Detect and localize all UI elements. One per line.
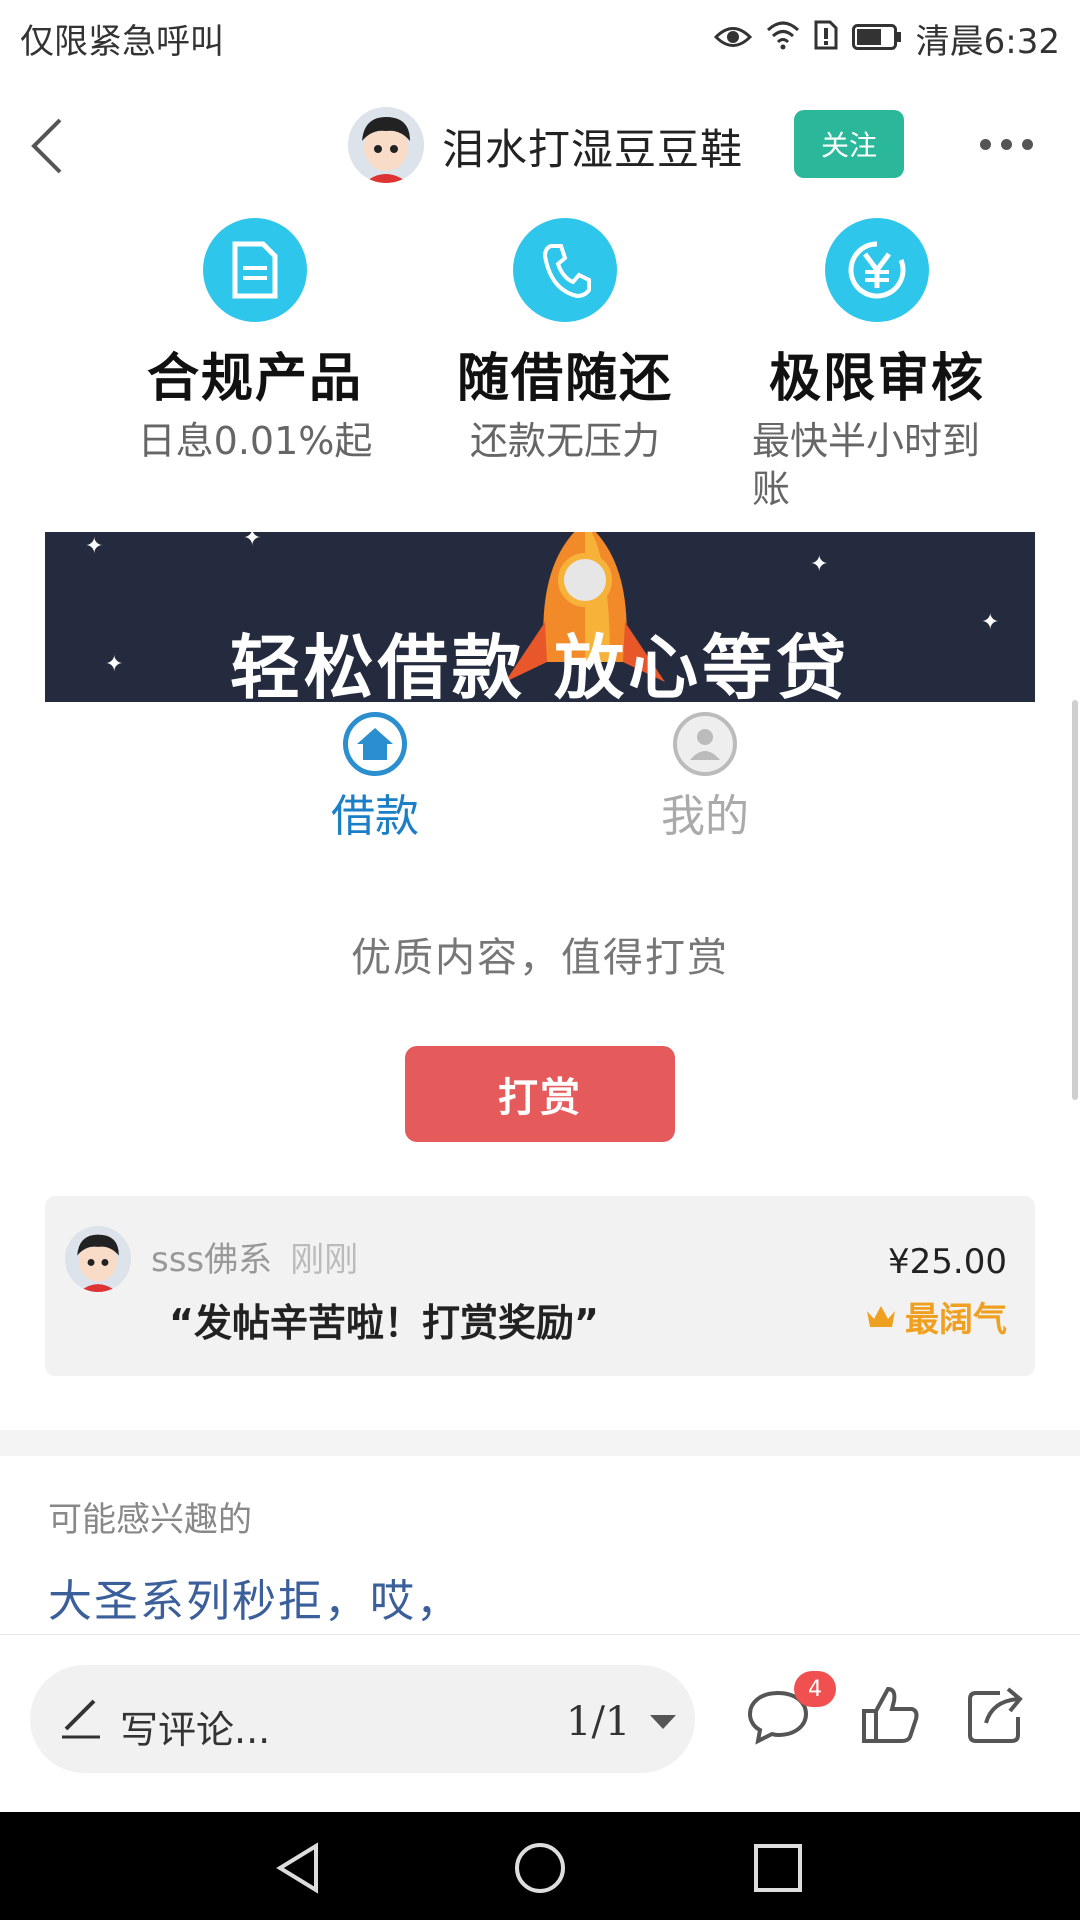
page-indicator[interactable]: 1/1 [566, 1699, 630, 1745]
reward-message: “发帖辛苦啦！打赏奖励” [169, 1301, 599, 1345]
caret-down-icon[interactable] [650, 1715, 676, 1729]
wifi-icon [766, 19, 800, 59]
author-name[interactable]: 泪水打湿豆豆鞋 [442, 116, 743, 177]
star-icon: ✦ [810, 552, 829, 577]
promo-banner[interactable]: ✦ ✦ ✦ ✦ ✦ 轻松借款 放心等贷 [45, 532, 1035, 702]
status-icons: 清晨6:32 [713, 14, 1060, 63]
feature-subtitle: 最快半小时到账 [752, 419, 981, 511]
comment-count-badge: 4 [794, 1671, 836, 1707]
comment-placeholder: 写评论... [120, 1708, 271, 1752]
tab-label: 我的 [661, 791, 749, 842]
feature-compliant-product: 合规产品 日息0.01%起 [105, 218, 405, 465]
avatar[interactable] [65, 1226, 131, 1292]
star-icon: ✦ [243, 532, 262, 551]
reward-button[interactable]: 打赏 [405, 1046, 675, 1142]
related-title: 可能感兴趣的 [48, 1500, 252, 1540]
document-icon [203, 218, 307, 322]
more-dot-icon [1001, 138, 1012, 150]
status-time: 清晨6:32 [915, 22, 1060, 62]
user-icon [673, 712, 737, 776]
thumbs-up-icon[interactable] [858, 1683, 922, 1747]
follow-button[interactable]: 关注 [794, 110, 904, 178]
feature-fast-review: 极限审核 最快半小时到账 [727, 218, 1027, 513]
more-dot-icon [1022, 138, 1033, 150]
phone-icon [513, 218, 617, 322]
reward-amount: ¥25.00 [888, 1242, 1007, 1282]
status-carrier-text: 仅限紧急呼叫 [20, 22, 224, 62]
tab-loan[interactable]: 借款 [275, 712, 475, 844]
post-header: 泪水打湿豆豆鞋 关注 [0, 76, 1080, 212]
star-icon: ✦ [85, 534, 104, 559]
battery-icon [851, 19, 902, 59]
comment-input[interactable]: 写评论... 1/1 [30, 1665, 695, 1773]
feature-title: 合规产品 [146, 349, 363, 409]
share-icon[interactable] [964, 1683, 1028, 1747]
nav-back-icon[interactable] [272, 1840, 328, 1900]
badge-label: 最阔气 [905, 1300, 1007, 1340]
more-dot-icon [980, 138, 991, 150]
sim-alert-icon [814, 19, 838, 59]
status-bar: 仅限紧急呼叫 清晨6:32 [0, 0, 1080, 76]
reward-user: sss佛系 刚刚 [151, 1232, 358, 1281]
more-options-button[interactable] [980, 132, 1036, 156]
crown-icon [867, 1305, 895, 1327]
yen-icon [825, 218, 929, 322]
home-icon [343, 712, 407, 776]
feature-title: 极限审核 [768, 349, 985, 409]
section-divider [0, 1430, 1080, 1456]
reward-badge: 最阔气 [865, 1292, 1007, 1341]
feature-title: 随借随还 [456, 349, 673, 409]
feature-subtitle: 还款无压力 [469, 419, 660, 463]
system-navigation-bar [0, 1812, 1080, 1920]
reward-record-card: sss佛系 刚刚 “发帖辛苦啦！打赏奖励” ¥25.00 最阔气 [45, 1196, 1035, 1376]
banner-text: 轻松借款 放心等贷 [229, 627, 851, 702]
scrollbar[interactable] [1072, 700, 1078, 1100]
bottom-action-bar: 写评论... 1/1 4 [0, 1634, 1080, 1813]
eye-icon [713, 19, 752, 59]
pen-icon [60, 1695, 104, 1739]
reward-prompt: 优质内容，值得打赏 [351, 935, 729, 981]
reward-time: 刚刚 [290, 1240, 359, 1280]
author-avatar[interactable] [348, 107, 424, 183]
nav-recents-icon[interactable] [752, 1842, 804, 1898]
nav-home-icon[interactable] [512, 1840, 568, 1900]
tab-label: 借款 [331, 791, 419, 842]
chevron-left-icon [31, 118, 62, 174]
related-post-link[interactable]: 大圣系列秒拒，哎， [48, 1565, 462, 1629]
back-button[interactable] [28, 116, 68, 176]
reward-username[interactable]: sss佛系 [151, 1240, 272, 1280]
tab-mine[interactable]: 我的 [605, 712, 805, 844]
feature-borrow-repay: 随借随还 还款无压力 [415, 218, 715, 465]
feature-subtitle: 日息0.01%起 [137, 419, 373, 463]
